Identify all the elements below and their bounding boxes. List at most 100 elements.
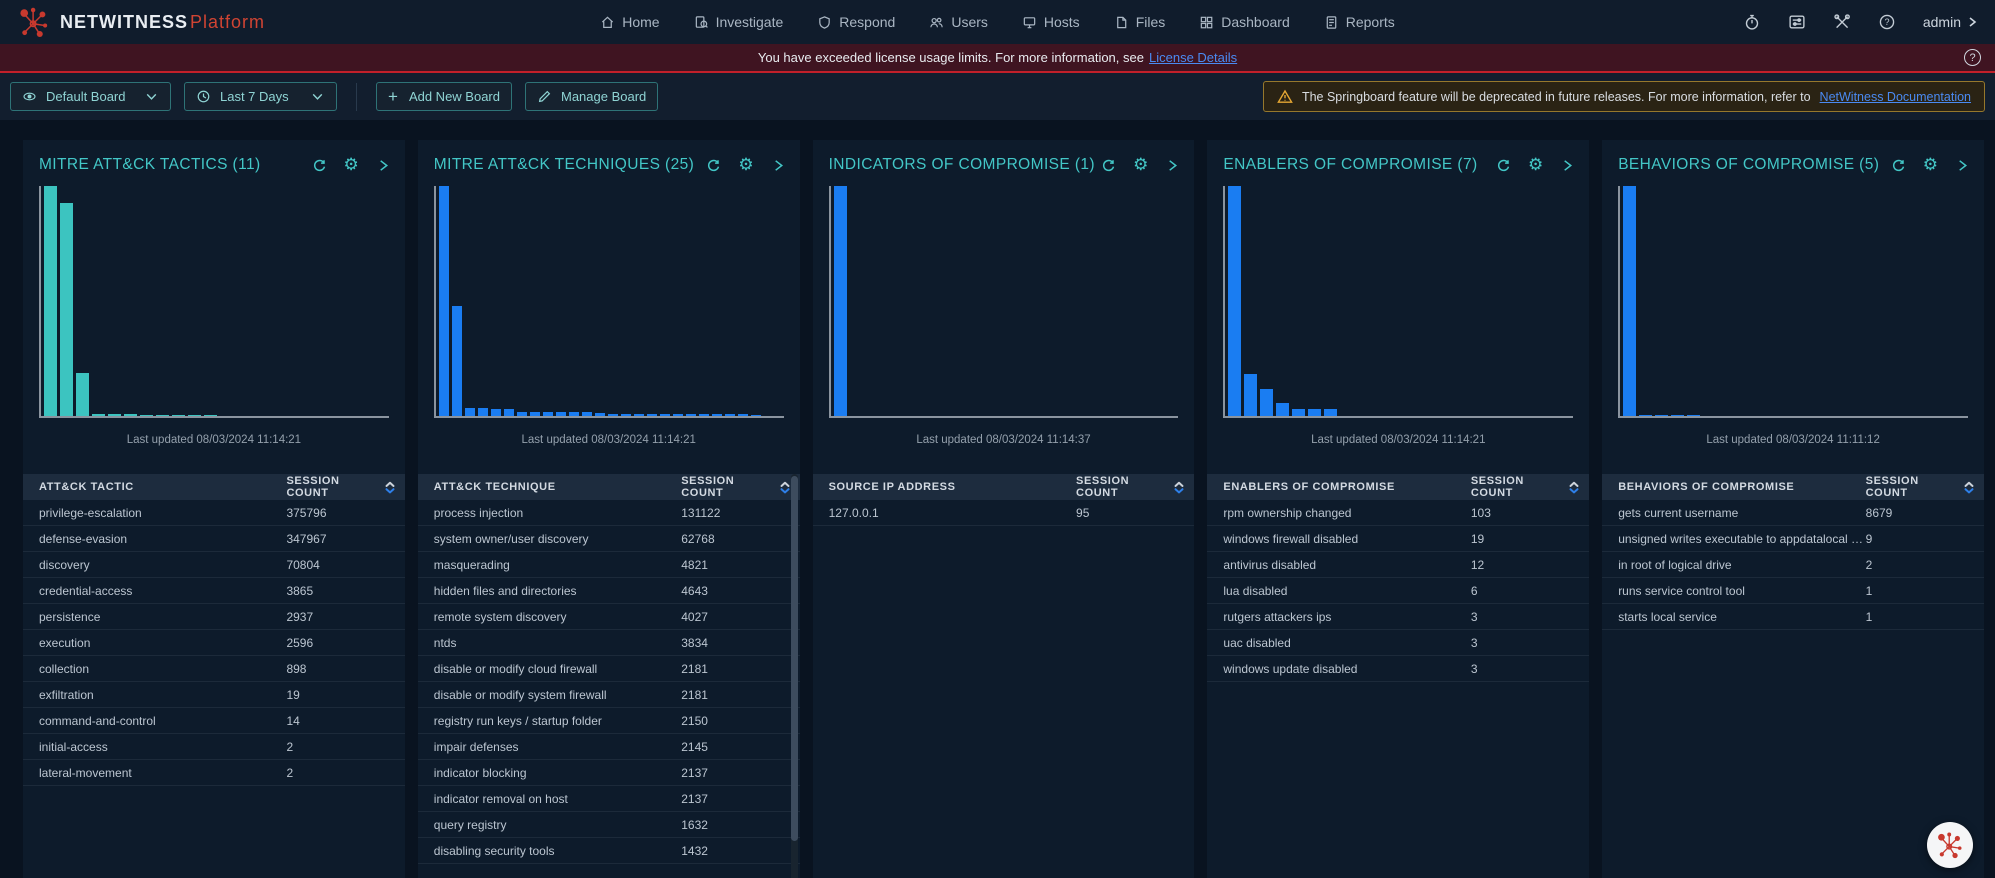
chart-bar[interactable] bbox=[595, 413, 605, 416]
chart-bar[interactable] bbox=[1639, 415, 1652, 416]
gear-icon[interactable]: ⚙ bbox=[738, 158, 753, 173]
refresh-icon[interactable] bbox=[312, 158, 327, 173]
time-range-select[interactable]: Last 7 Days bbox=[184, 82, 337, 111]
table-row[interactable]: rutgers attackers ips3 bbox=[1207, 604, 1589, 630]
table-row[interactable]: lua disabled6 bbox=[1207, 578, 1589, 604]
table-row[interactable]: remote system discovery4027 bbox=[418, 604, 800, 630]
chart-bar[interactable] bbox=[686, 414, 696, 416]
sort-icon[interactable] bbox=[384, 481, 396, 494]
table-row[interactable]: defense-evasion347967 bbox=[23, 526, 405, 552]
chart-bar[interactable] bbox=[582, 412, 592, 416]
column-header-label[interactable]: ATT&CK TACTIC bbox=[23, 481, 286, 493]
chart-bar[interactable] bbox=[660, 414, 670, 416]
stopwatch-icon[interactable] bbox=[1743, 13, 1761, 31]
gear-icon[interactable]: ⚙ bbox=[1923, 158, 1938, 173]
table-row[interactable]: unsigned writes executable to appdataloc… bbox=[1602, 526, 1984, 552]
table-row[interactable]: windows firewall disabled19 bbox=[1207, 526, 1589, 552]
table-row[interactable]: windows update disabled3 bbox=[1207, 656, 1589, 682]
chart-bar[interactable] bbox=[738, 414, 748, 416]
chart-bar[interactable] bbox=[1292, 409, 1305, 416]
column-header-count[interactable]: SESSION COUNT bbox=[1866, 475, 1984, 499]
refresh-icon[interactable] bbox=[1496, 158, 1511, 173]
manage-board-button[interactable]: Manage Board bbox=[525, 82, 658, 111]
chart-bar[interactable] bbox=[834, 186, 847, 416]
chart-bar[interactable] bbox=[1687, 415, 1700, 416]
board-select[interactable]: Default Board bbox=[10, 82, 171, 111]
table-row[interactable]: indicator removal on host2137 bbox=[418, 786, 800, 812]
chart-bar[interactable] bbox=[517, 412, 527, 416]
table-row[interactable]: 127.0.0.195 bbox=[813, 500, 1195, 526]
nav-item-files[interactable]: Files bbox=[1114, 14, 1166, 30]
chart-bar[interactable] bbox=[504, 409, 514, 416]
chevron-right-icon[interactable] bbox=[1560, 158, 1575, 173]
chart-bar[interactable] bbox=[1228, 186, 1241, 416]
table-row[interactable]: system owner/user discovery62768 bbox=[418, 526, 800, 552]
table-row[interactable]: exfiltration19 bbox=[23, 682, 405, 708]
chart-bar[interactable] bbox=[465, 408, 475, 416]
column-header-count[interactable]: SESSION COUNT bbox=[1076, 475, 1194, 499]
chart-bar[interactable] bbox=[1324, 409, 1337, 416]
column-header-label[interactable]: ATT&CK TECHNIQUE bbox=[418, 481, 681, 493]
sliders-icon[interactable] bbox=[1788, 13, 1806, 31]
gear-icon[interactable]: ⚙ bbox=[1528, 158, 1543, 173]
nav-item-home[interactable]: Home bbox=[600, 14, 659, 30]
table-row[interactable]: disable or modify cloud firewall2181 bbox=[418, 656, 800, 682]
nav-item-hosts[interactable]: Hosts bbox=[1022, 14, 1080, 30]
chart-bar[interactable] bbox=[452, 306, 462, 416]
chart-bar[interactable] bbox=[478, 408, 488, 416]
nav-item-investigate[interactable]: Investigate bbox=[694, 14, 784, 30]
chart-bar[interactable] bbox=[76, 373, 89, 416]
table-row[interactable]: credential-access3865 bbox=[23, 578, 405, 604]
chart-bar[interactable] bbox=[204, 415, 217, 416]
table-row[interactable]: indicator blocking2137 bbox=[418, 760, 800, 786]
documentation-link[interactable]: NetWitness Documentation bbox=[1820, 90, 1971, 104]
netwitness-assistant-button[interactable] bbox=[1927, 822, 1973, 868]
chart-bar[interactable] bbox=[491, 409, 501, 416]
tools-icon[interactable] bbox=[1833, 13, 1851, 31]
table-row[interactable]: disable or modify system firewall2181 bbox=[418, 682, 800, 708]
chart-bar[interactable] bbox=[725, 414, 735, 416]
chart-bar[interactable] bbox=[556, 412, 566, 416]
chart-bar[interactable] bbox=[608, 414, 618, 417]
sort-icon[interactable] bbox=[779, 481, 791, 494]
sort-icon[interactable] bbox=[1963, 481, 1975, 494]
chart-bar[interactable] bbox=[92, 414, 105, 416]
table-row[interactable]: rpm ownership changed103 bbox=[1207, 500, 1589, 526]
chevron-right-icon[interactable] bbox=[771, 158, 786, 173]
sort-icon[interactable] bbox=[1568, 481, 1580, 494]
table-row[interactable]: query registry1632 bbox=[418, 812, 800, 838]
chart-bar[interactable] bbox=[751, 415, 761, 416]
help-icon[interactable]: ? bbox=[1964, 49, 1981, 66]
chart-bar[interactable] bbox=[1244, 374, 1257, 416]
chevron-right-icon[interactable] bbox=[376, 158, 391, 173]
table-row[interactable]: hidden files and directories4643 bbox=[418, 578, 800, 604]
table-row[interactable]: masquerading4821 bbox=[418, 552, 800, 578]
chart-bar[interactable] bbox=[1655, 415, 1668, 416]
column-header-label[interactable]: BEHAVIORS OF COMPROMISE bbox=[1602, 481, 1865, 493]
chart-bar[interactable] bbox=[621, 414, 631, 416]
chart-bar[interactable] bbox=[1308, 409, 1321, 416]
help-icon[interactable]: ? bbox=[1878, 13, 1896, 31]
chart-bar[interactable] bbox=[44, 186, 57, 416]
table-row[interactable]: runs service control tool1 bbox=[1602, 578, 1984, 604]
sort-icon[interactable] bbox=[1173, 481, 1185, 494]
chart-bar[interactable] bbox=[188, 415, 201, 416]
table-row[interactable]: command-and-control14 bbox=[23, 708, 405, 734]
table-row[interactable]: collection898 bbox=[23, 656, 405, 682]
nav-item-reports[interactable]: Reports bbox=[1324, 14, 1395, 30]
gear-icon[interactable]: ⚙ bbox=[344, 158, 359, 173]
chart-bar[interactable] bbox=[108, 414, 121, 416]
table-row[interactable]: impair defenses2145 bbox=[418, 734, 800, 760]
chart-bar[interactable] bbox=[140, 415, 153, 416]
table-row[interactable]: antivirus disabled12 bbox=[1207, 552, 1589, 578]
chevron-right-icon[interactable] bbox=[1955, 158, 1970, 173]
chart-bar[interactable] bbox=[569, 412, 579, 416]
add-new-board-button[interactable]: + Add New Board bbox=[376, 82, 512, 111]
table-row[interactable]: privilege-escalation375796 bbox=[23, 500, 405, 526]
chart-bar[interactable] bbox=[156, 415, 169, 416]
license-details-link[interactable]: License Details bbox=[1149, 50, 1237, 65]
column-header-label[interactable]: SOURCE IP ADDRESS bbox=[813, 481, 1076, 493]
scrollbar-thumb[interactable] bbox=[791, 476, 798, 841]
chart-bar[interactable] bbox=[172, 415, 185, 416]
refresh-icon[interactable] bbox=[706, 158, 721, 173]
